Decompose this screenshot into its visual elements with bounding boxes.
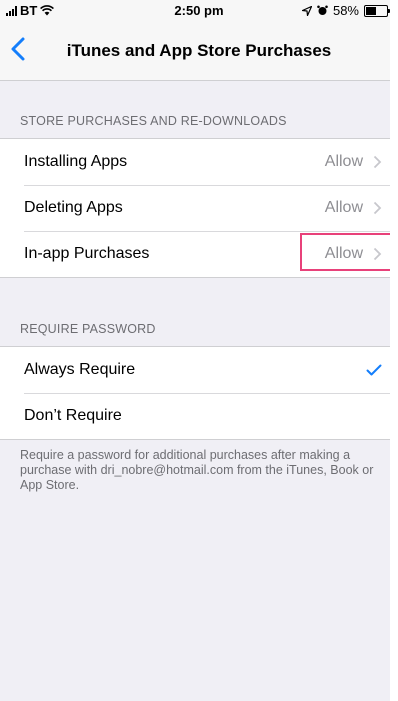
row-label: Always Require bbox=[24, 361, 136, 378]
battery-fill bbox=[366, 6, 377, 15]
top-bar: BT 2:50 pm 58% iTunes and App Store Purc… bbox=[0, 0, 398, 81]
password-footer-note: Require a password for additional purcha… bbox=[20, 448, 374, 492]
row-in-app-purchases[interactable]: In-app Purchases Allow bbox=[0, 231, 398, 277]
alarm-icon bbox=[317, 5, 328, 15]
chevron-right-icon bbox=[373, 155, 382, 169]
section-header-store-purchases: STORE PURCHASES AND RE-DOWNLOADS bbox=[20, 114, 287, 128]
row-label: Deleting Apps bbox=[24, 199, 123, 216]
row-value: Allow bbox=[324, 153, 363, 170]
battery-icon bbox=[364, 4, 390, 17]
status-right: 58% bbox=[301, 3, 390, 18]
section-header-require-password: REQUIRE PASSWORD bbox=[20, 322, 156, 336]
battery-percent: 58% bbox=[332, 3, 359, 18]
nav-bar: iTunes and App Store Purchases bbox=[0, 22, 398, 80]
store-purchases-group: Installing Apps Allow Deleting Apps Allo… bbox=[0, 138, 398, 278]
checkmark-icon bbox=[366, 364, 382, 376]
row-value: Allow bbox=[324, 199, 363, 216]
highlight-box bbox=[300, 233, 392, 271]
row-always-require[interactable]: Always Require bbox=[0, 347, 398, 393]
location-arrow-icon bbox=[301, 5, 312, 16]
right-edge-strip bbox=[390, 0, 398, 701]
row-installing-apps[interactable]: Installing Apps Allow bbox=[0, 139, 398, 185]
row-dont-require[interactable]: Don’t Require bbox=[0, 393, 398, 439]
row-label: In-app Purchases bbox=[24, 245, 150, 262]
status-bar: BT 2:50 pm 58% bbox=[0, 0, 398, 22]
row-label: Installing Apps bbox=[24, 153, 128, 170]
page-title: iTunes and App Store Purchases bbox=[66, 41, 332, 60]
row-deleting-apps[interactable]: Deleting Apps Allow bbox=[0, 185, 398, 231]
chevron-right-icon bbox=[373, 201, 382, 215]
row-label: Don’t Require bbox=[24, 407, 122, 424]
require-password-group: Always Require Don’t Require bbox=[0, 346, 398, 440]
